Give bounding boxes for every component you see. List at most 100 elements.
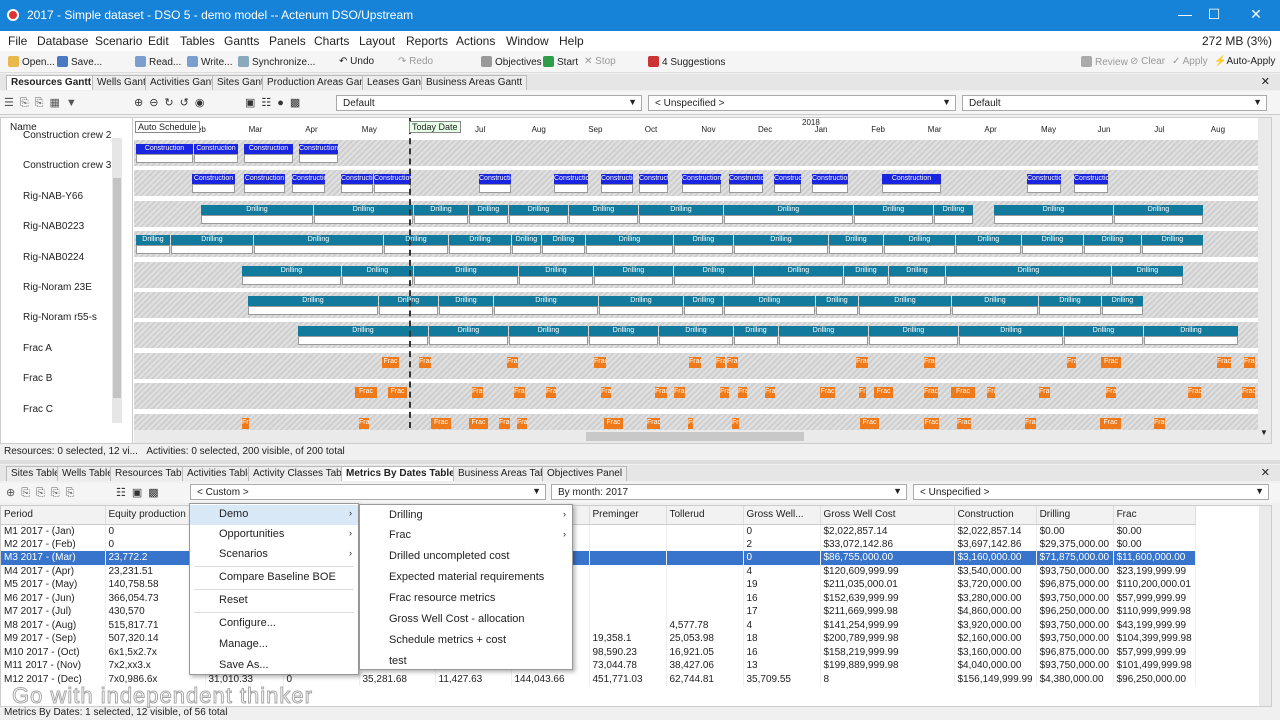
table-cell[interactable]: 73,044.78 — [589, 659, 667, 673]
table-cell[interactable]: M9 2017 - (Sep) — [1, 632, 106, 646]
table-cell[interactable]: 4,577.78 — [666, 618, 744, 632]
gantt-activity-bar[interactable]: Frac — [431, 417, 451, 429]
gantt-activity-bar[interactable]: Drilling — [469, 204, 508, 215]
gantt-activity-bar[interactable]: Frac — [514, 387, 525, 399]
gantt-activity-bar[interactable]: Construction — [882, 174, 941, 185]
gantt-lane[interactable]: FracFracFracFracFracFracFracFracFracFrac… — [134, 352, 1259, 379]
zoom-icons[interactable]: ⊕⊖↻↺◉ — [134, 96, 210, 109]
suggestions-button[interactable]: 4 Suggestions — [648, 56, 725, 68]
tab-sites-table[interactable]: Sites Table — [6, 466, 65, 481]
column-header[interactable]: Preminger — [589, 506, 667, 525]
table-cell[interactable]: $4,380,000.00 — [1036, 672, 1114, 686]
menu-item[interactable]: Frac › — [360, 526, 572, 546]
table-cell[interactable] — [589, 537, 667, 551]
synchronize-button[interactable]: Synchronize... — [238, 56, 315, 68]
gantt-activity-bar[interactable]: Frac — [546, 387, 556, 399]
table-cell[interactable]: $3,920,000.00 — [954, 618, 1037, 632]
menu-charts[interactable]: Charts — [314, 34, 349, 48]
gantt-activity-bar[interactable]: Drilling — [1022, 235, 1083, 246]
table-row[interactable]: M3 2017 - (Mar)23,772.200$86,755,000.00$… — [1, 551, 1196, 565]
gantt-activity-bar[interactable]: Construction — [244, 144, 293, 154]
table-cell[interactable] — [589, 564, 667, 578]
table-cell[interactable]: $2,022,857.14 — [954, 524, 1037, 538]
column-header[interactable]: Gross Well... — [743, 506, 821, 525]
gantt-row-label[interactable]: Frac C — [23, 404, 53, 415]
table-row[interactable]: M8 2017 - (Aug)515,817.71279,102.194,577… — [1, 618, 1196, 632]
gantt-activity-bar[interactable]: Frac — [924, 387, 938, 399]
gantt-activity-bar[interactable]: Drilling — [414, 265, 518, 276]
gantt-activity-bar[interactable]: Drilling — [734, 235, 828, 246]
menu-item[interactable]: Schedule metrics + cost — [360, 631, 572, 651]
table-cell[interactable]: M5 2017 - (May) — [1, 578, 106, 592]
gantt-activity-bar[interactable]: Drilling — [869, 326, 958, 337]
table-cell[interactable]: $0.00 — [1036, 524, 1114, 538]
tab-objectives-panel[interactable]: Objectives Panel — [542, 466, 628, 481]
menu-item[interactable]: Configure... — [190, 614, 358, 634]
table-cell[interactable]: $3,160,000.00 — [954, 645, 1037, 659]
table-cell[interactable]: $200,789,999.98 — [820, 632, 955, 646]
gantt-activity-bar[interactable]: Drilling — [724, 296, 815, 306]
table-row[interactable]: M7 2017 - (Jul)430,570242,060.117$211,66… — [1, 605, 1196, 619]
gantt-activity-bar[interactable]: Drilling — [659, 326, 733, 337]
table-cell[interactable]: M2 2017 - (Feb) — [1, 537, 106, 551]
gantt-activity-bar[interactable]: Drilling — [1064, 326, 1143, 337]
menu-item[interactable]: Drilled uncompleted cost — [360, 547, 572, 567]
table-cell[interactable]: $11,600,000.00 — [1113, 551, 1196, 565]
table-cell[interactable]: $43,199,999.99 — [1113, 618, 1196, 632]
table-cell[interactable]: $86,755,000.00 — [820, 551, 955, 565]
table-cell[interactable]: $93,750,000.00 — [1036, 632, 1114, 646]
gantt-activity-bar[interactable]: Frac — [517, 417, 527, 429]
table-cell[interactable]: $158,219,999.99 — [820, 645, 955, 659]
menu-file[interactable]: File — [8, 34, 27, 48]
table-cell[interactable]: $4,860,000.00 — [954, 605, 1037, 619]
table-cell[interactable]: 35,709.55 — [743, 672, 821, 686]
gantt-row-label[interactable]: Frac B — [23, 373, 52, 384]
gantt-activity-bar[interactable]: Frac — [355, 387, 377, 399]
gantt-activity-bar[interactable]: Frac — [820, 387, 835, 399]
table-cell[interactable]: 98,590.23 — [589, 645, 667, 659]
table-cell[interactable]: 0 — [743, 551, 821, 565]
gantt-activity-bar[interactable]: Construction — [479, 174, 511, 185]
gantt-activity-bar[interactable]: Frac — [1025, 417, 1036, 429]
undo-button[interactable]: ↶ Undo — [339, 56, 374, 67]
table-cell[interactable]: $3,540,000.00 — [954, 564, 1037, 578]
table-cell[interactable]: $4,040,000.00 — [954, 659, 1037, 673]
column-header[interactable]: Construction — [954, 506, 1037, 525]
save-button[interactable]: Save... — [57, 56, 102, 68]
table-cell[interactable]: $96,875,000.00 — [1036, 578, 1114, 592]
gantt-activity-bar[interactable]: Frac — [359, 417, 369, 429]
tab-wells-table[interactable]: Wells Table — [57, 466, 118, 481]
table-cell[interactable]: 19,358.1 — [589, 632, 667, 646]
table-cell[interactable]: M1 2017 - (Jan) — [1, 524, 106, 538]
gantt-activity-bar[interactable]: Drilling — [414, 204, 468, 215]
gantt-activity-bar[interactable]: Construction — [682, 174, 721, 185]
gantt-activity-bar[interactable]: Frac — [507, 356, 518, 368]
gantt-activity-bar[interactable]: Drilling — [1084, 235, 1141, 246]
menu-item[interactable]: Frac resource metrics — [360, 589, 572, 609]
table-row[interactable]: M6 2017 - (Jun)366,054.73248,971.6716$15… — [1, 591, 1196, 605]
gantt-activity-bar[interactable]: Frac — [987, 387, 995, 399]
minimize-icon[interactable]: — — [1170, 6, 1200, 22]
gantt-lane[interactable]: Drilling Drilling Drilling Drilling Drilling… — [134, 322, 1259, 349]
table-cell[interactable]: $2,160,000.00 — [954, 632, 1037, 646]
gantt-activity-bar[interactable]: Drilling — [946, 265, 1111, 276]
write-button[interactable]: Write... — [187, 56, 232, 68]
table-cell[interactable]: 16,921.05 — [666, 645, 744, 659]
table-cell[interactable]: $110,999,999.98 — [1113, 605, 1196, 619]
table-extra-icons[interactable]: ☷▣▩ — [116, 486, 165, 499]
table-cell[interactable] — [589, 618, 667, 632]
gantt-activity-bar[interactable]: Drilling — [429, 326, 508, 337]
table-cell[interactable]: 144,043.66 — [511, 672, 590, 686]
gantt-activity-bar[interactable]: Drilling — [952, 296, 1038, 306]
gantt-activity-bar[interactable]: Frac — [716, 356, 725, 368]
gantt-activity-bar[interactable]: Frac — [924, 356, 935, 368]
table-cell[interactable]: $211,035,000.01 — [820, 578, 955, 592]
gantt-activity-bar[interactable]: Construction — [639, 174, 668, 185]
apply-button[interactable]: ✓ Apply — [1172, 56, 1208, 67]
table-cell[interactable]: 16 — [743, 591, 821, 605]
gantt-activity-bar[interactable]: Drilling — [201, 204, 313, 215]
gantt-lane[interactable]: ConstructionConstructionConstructionCons… — [134, 140, 1259, 166]
table-cell[interactable]: $110,200,000.01 — [1113, 578, 1196, 592]
menu-item[interactable]: test — [360, 652, 572, 672]
table-cell[interactable]: $141,254,999.99 — [820, 618, 955, 632]
